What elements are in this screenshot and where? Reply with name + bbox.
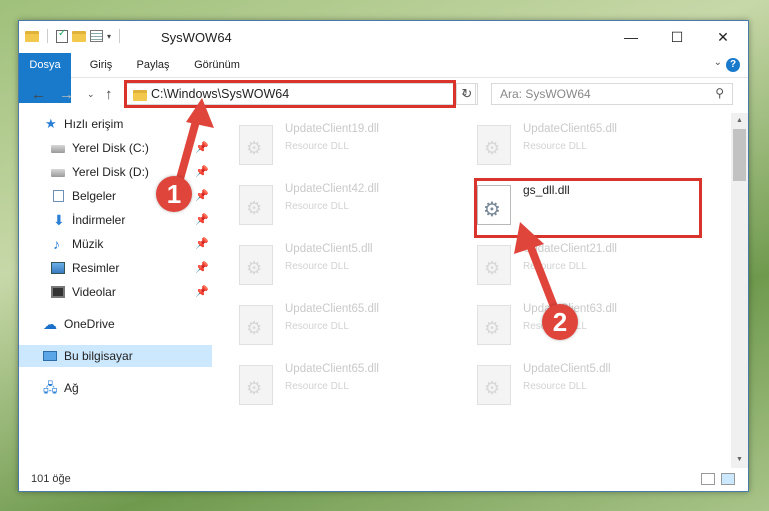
download-icon: ⬇	[53, 212, 65, 228]
step-2-badge: 2	[542, 304, 578, 340]
maximize-button[interactable]: ☐	[654, 21, 700, 53]
up-arrow-icon[interactable]: ↑	[105, 86, 113, 103]
item-count: 101 öğe	[31, 473, 71, 485]
expand-ribbon-icon[interactable]: ⌄	[714, 57, 722, 68]
folder-icon	[25, 31, 39, 42]
navigation-pane: ★ Hızlı erişim Yerel Disk (C:) 📌 Yerel D…	[19, 113, 214, 468]
step-1-badge: 1	[156, 176, 192, 212]
properties-check-icon[interactable]	[56, 28, 68, 43]
file-item[interactable]: ⚙ UpdateClient42.dll Resource DLL	[239, 181, 459, 231]
title-bar: ▾ SysWOW64 — ☐ ✕	[19, 21, 748, 53]
status-bar: 101 öğe	[19, 469, 748, 491]
pin-icon[interactable]: 📌	[195, 185, 209, 207]
tab-paylas[interactable]: Paylaş	[131, 53, 175, 77]
properties-icon[interactable]	[90, 30, 103, 42]
details-view-icon[interactable]	[701, 473, 715, 485]
dll-file-icon: ⚙	[477, 305, 511, 345]
disk-icon	[51, 169, 65, 177]
nav-item-downloads[interactable]: ⬇ İndirmeler 📌	[19, 209, 212, 231]
pin-icon[interactable]: 📌	[195, 209, 209, 231]
network-icon: 🖧	[43, 380, 58, 395]
pin-icon[interactable]: 📌	[195, 233, 209, 255]
back-arrow-icon[interactable]: ←	[31, 86, 46, 103]
quick-access-toolbar: ▾	[25, 28, 124, 43]
dll-file-icon: ⚙	[239, 245, 273, 285]
tab-giris[interactable]: Giriş	[83, 53, 119, 77]
file-item[interactable]: ⚙ UpdateClient5.dll Resource DLL	[239, 241, 459, 291]
nav-item-this-pc[interactable]: Bu bilgisayar	[19, 345, 212, 367]
scroll-up-icon[interactable]: ▲	[731, 113, 748, 129]
scroll-down-icon[interactable]: ▼	[731, 452, 748, 468]
new-folder-icon[interactable]	[72, 31, 86, 42]
computer-icon	[43, 351, 57, 361]
dll-file-icon: ⚙	[477, 125, 511, 165]
pictures-icon	[51, 262, 65, 274]
gear-icon: ⚙	[246, 258, 263, 278]
dll-file-icon: ⚙	[239, 305, 273, 345]
search-icon: ⚲	[715, 86, 724, 100]
dll-file-icon: ⚙	[477, 245, 511, 285]
nav-item-local-disk-c[interactable]: Yerel Disk (C:) 📌	[19, 137, 212, 159]
help-icon[interactable]: ?	[726, 58, 740, 72]
nav-item-pictures[interactable]: Resimler 📌	[19, 257, 212, 279]
cloud-icon: ☁	[43, 316, 57, 332]
refresh-button[interactable]: ↻	[456, 83, 478, 105]
search-input[interactable]: Ara: SysWOW64 ⚲	[491, 83, 733, 105]
nav-item-quick-access[interactable]: ★ Hızlı erişim	[19, 113, 212, 135]
file-highlight-box	[474, 178, 702, 238]
file-item[interactable]: ⚙ UpdateClient65.dll Resource DLL	[477, 121, 697, 171]
gear-icon: ⚙	[484, 138, 501, 158]
gear-icon: ⚙	[246, 318, 263, 338]
close-button[interactable]: ✕	[700, 21, 746, 53]
ribbon-tabs: Dosya Giriş Paylaş Görünüm ⌄ ?	[19, 53, 748, 103]
customize-dropdown-icon[interactable]: ▾	[107, 32, 111, 41]
dll-file-icon: ⚙	[239, 185, 273, 225]
file-item[interactable]: ⚙ UpdateClient65.dll Resource DLL	[239, 361, 459, 411]
gear-icon: ⚙	[246, 378, 263, 398]
window-title: SysWOW64	[161, 30, 232, 45]
minimize-button[interactable]: —	[608, 21, 654, 53]
nav-item-videos[interactable]: Videolar 📌	[19, 281, 212, 303]
music-icon: ♪	[53, 236, 60, 252]
file-item[interactable]: ⚙ UpdateClient5.dll Resource DLL	[477, 361, 697, 411]
search-placeholder: Ara: SysWOW64	[500, 87, 591, 101]
dll-file-icon: ⚙	[477, 365, 511, 405]
dll-file-icon: ⚙	[239, 125, 273, 165]
documents-icon	[53, 190, 64, 202]
file-item[interactable]: ⚙ UpdateClient19.dll Resource DLL	[239, 121, 459, 171]
nav-item-onedrive[interactable]: ☁ OneDrive	[19, 313, 212, 335]
scroll-thumb[interactable]	[733, 129, 746, 181]
pin-icon[interactable]: 📌	[195, 257, 209, 279]
large-icons-view-icon[interactable]	[721, 473, 735, 485]
tab-gorunum[interactable]: Görünüm	[187, 53, 247, 77]
recent-locations-icon[interactable]: ⌄	[87, 89, 95, 100]
nav-item-network[interactable]: 🖧 Ağ	[19, 377, 212, 399]
file-item[interactable]: ⚙ UpdateClient21.dll Resource DLL	[477, 241, 697, 291]
gear-icon: ⚙	[246, 138, 263, 158]
disk-icon	[51, 145, 65, 153]
gear-icon: ⚙	[246, 198, 263, 218]
file-item[interactable]: ⚙ UpdateClient63.dll Resource DLL	[477, 301, 697, 351]
videos-icon	[51, 286, 65, 298]
forward-arrow-icon[interactable]: →	[59, 86, 74, 103]
nav-item-music[interactable]: ♪ Müzik 📌	[19, 233, 212, 255]
gear-icon: ⚙	[484, 318, 501, 338]
pin-icon[interactable]: 📌	[195, 161, 209, 183]
dll-file-icon: ⚙	[239, 365, 273, 405]
star-icon: ★	[45, 116, 57, 131]
gear-icon: ⚙	[484, 258, 501, 278]
gear-icon: ⚙	[484, 378, 501, 398]
pin-icon[interactable]: 📌	[195, 137, 209, 159]
file-item[interactable]: ⚙ UpdateClient65.dll Resource DLL	[239, 301, 459, 351]
file-list: ⚙ UpdateClient19.dll Resource DLL ⚙ Upda…	[229, 113, 729, 468]
address-highlight-box	[124, 80, 456, 108]
vertical-scrollbar[interactable]: ▲ ▼	[731, 113, 748, 468]
pin-icon[interactable]: 📌	[195, 281, 209, 303]
